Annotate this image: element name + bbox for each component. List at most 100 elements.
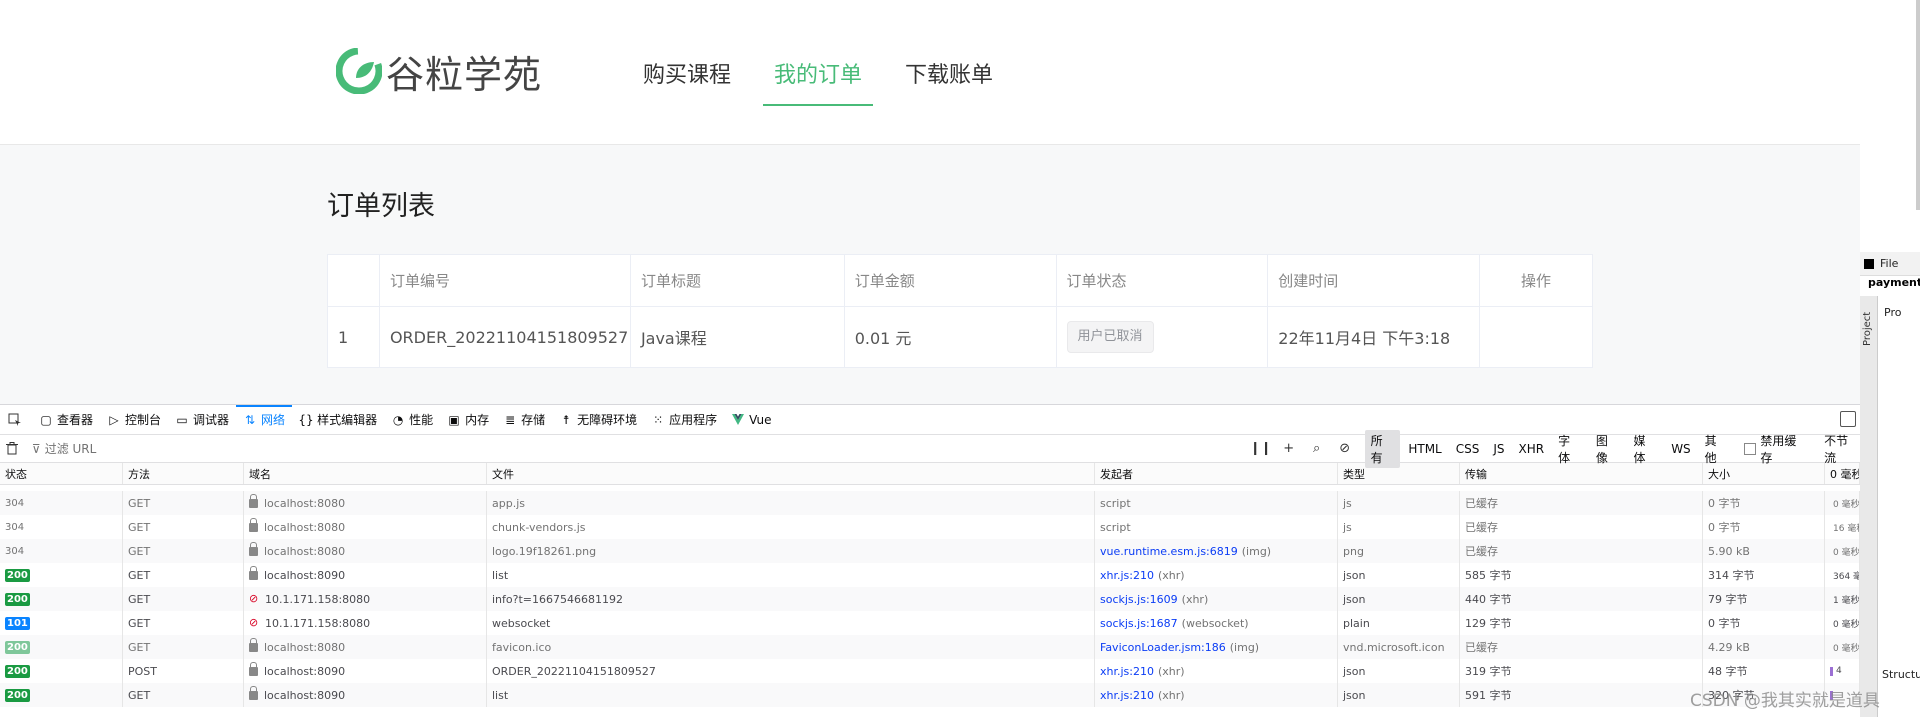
tab-label: 无障碍环境 <box>577 413 638 427</box>
filter-other[interactable]: 其他 <box>1699 430 1735 468</box>
filter-all[interactable]: 所有 <box>1364 429 1401 468</box>
status-code-badge: 101 <box>5 616 30 630</box>
checkbox-box <box>1744 442 1757 455</box>
table-row[interactable]: 200 GET localhost:8090 list xhr.js:210 (xhr) j… <box>0 683 1860 707</box>
tab-accessibility[interactable]: ☨ 无障碍环境 <box>552 405 644 435</box>
initiator-kind: (websocket) <box>1181 616 1249 630</box>
tab-debugger[interactable]: ▭ 调试器 <box>168 405 236 435</box>
tab-label: 查看器 <box>57 413 94 427</box>
filter-html[interactable]: HTML <box>1402 440 1447 458</box>
tab-inspector[interactable]: ▢ 查看器 <box>32 405 100 435</box>
throttle-select[interactable]: 不节流 <box>1824 432 1860 466</box>
search-icon[interactable]: ⌕ <box>1303 441 1331 456</box>
watermark: CSDN @我其实就是道具 <box>1690 691 1880 711</box>
initiator-link[interactable]: xhr.js:210 <box>1100 665 1154 678</box>
cell-size: 79 字节 <box>1703 587 1825 611</box>
pause-icon[interactable]: ❙❙ <box>1247 441 1275 456</box>
tab-vue[interactable]: Vue <box>724 405 778 435</box>
table-row[interactable]: 200 POST localhost:8090 ORDER_2022110415180… <box>0 659 1860 683</box>
filter-js[interactable]: JS <box>1487 440 1510 458</box>
app-root: 谷粒学苑 购买课程 我的订单 下载账单 订单列表 订单编号 订单标题 订单金额 … <box>0 0 1920 717</box>
disable-cache-checkbox[interactable]: 禁用缓存 <box>1744 432 1808 466</box>
initiator-link[interactable]: FaviconLoader.jsm:186 <box>1100 641 1226 654</box>
tab-style-editor[interactable]: {} 样式编辑器 <box>292 405 384 435</box>
filter-fonts[interactable]: 字体 <box>1552 430 1588 468</box>
domain-text: 10.1.171.158:8080 <box>265 616 371 630</box>
tab-performance[interactable]: ◔ 性能 <box>384 405 440 435</box>
table-row[interactable]: 200 GET localhost:8080 favicon.ico FaviconLo… <box>0 635 1860 659</box>
filter-ws[interactable]: WS <box>1665 440 1696 458</box>
ide-side-label[interactable]: Project <box>1862 312 1873 346</box>
col-file[interactable]: 文件 <box>487 463 1095 484</box>
nav-download-bills[interactable]: 下载账单 <box>894 56 1004 106</box>
tab-network[interactable]: ⇅ 网络 <box>236 404 293 435</box>
nav-my-orders[interactable]: 我的订单 <box>763 56 874 106</box>
cell-size: 314 字节 <box>1703 563 1825 587</box>
lock-icon <box>249 685 258 700</box>
network-icon: ⇅ <box>245 412 256 427</box>
table-row[interactable]: 200 GET ⊘ 10.1.171.158:8080 info?t=166754668… <box>0 587 1860 611</box>
cell-domain: localhost:8080 <box>244 515 487 539</box>
col-method[interactable]: 方法 <box>123 463 244 484</box>
initiator-link[interactable]: xhr.js:210 <box>1100 689 1154 702</box>
table-row[interactable]: 101 GET ⊘ 10.1.171.158:8080 websocket sockjs.… <box>0 611 1860 635</box>
ide-side-bar: Project <box>1860 296 1878 717</box>
initiator-link[interactable]: sockjs.js:1609 <box>1100 593 1178 606</box>
tab-application[interactable]: ⁙ 应用程序 <box>644 405 724 435</box>
col-status[interactable]: 状态 <box>0 463 123 484</box>
initiator-link[interactable]: sockjs.js:1687 <box>1100 617 1178 630</box>
cell-type: json <box>1338 563 1460 587</box>
cell-type: plain <box>1338 611 1460 635</box>
initiator-link[interactable]: xhr.js:210 <box>1100 569 1154 582</box>
page-scrollbar[interactable] <box>1916 0 1920 210</box>
filter-xhr[interactable]: XHR <box>1513 440 1551 458</box>
order-table: 订单编号 订单标题 订单金额 订单状态 创建时间 操作 1 ORDER_2022… <box>327 254 1593 368</box>
cell-waterfall: 4 <box>1825 659 1860 683</box>
filter-url-input[interactable]: ⊽ 过滤 URL <box>32 440 1247 457</box>
tab-label: 控制台 <box>125 413 162 427</box>
cell-file: websocket <box>487 611 1095 635</box>
col-initiator[interactable]: 发起者 <box>1095 463 1338 484</box>
add-icon[interactable]: + <box>1275 441 1303 456</box>
cell-created: 22年11月4日 下午3:18 <box>1267 306 1481 368</box>
ide-tree-item[interactable]: Pro <box>1884 306 1901 319</box>
nav-buy-courses[interactable]: 购买课程 <box>632 56 742 106</box>
domain-text: localhost:8080 <box>264 496 346 510</box>
table-row[interactable]: 304 GET localhost:8080 chunk-vendors.js scri… <box>0 515 1860 539</box>
filter-images[interactable]: 图像 <box>1590 430 1626 468</box>
cell-domain: localhost:8080 <box>244 539 487 563</box>
waterfall-time: 0 毫秒 <box>1833 619 1860 630</box>
table-row[interactable]: 200 GET localhost:8090 list xhr.js:210 (xhr) j… <box>0 563 1860 587</box>
table-row[interactable]: 304 GET localhost:8080 app.js script js 已缓存 0 字… <box>0 491 1860 515</box>
cell-domain: localhost:8080 <box>244 491 487 515</box>
dock-side-icon[interactable] <box>1840 411 1856 427</box>
cell-status: 200 <box>0 587 123 611</box>
filter-css[interactable]: CSS <box>1450 440 1486 458</box>
cell-status: 200 <box>0 563 123 587</box>
clear-trash-icon[interactable] <box>0 435 24 463</box>
block-icon[interactable]: ⊘ <box>1331 441 1359 456</box>
cell-type: vnd.microsoft.icon <box>1338 635 1460 659</box>
cell-type: json <box>1338 587 1460 611</box>
cell-status: 101 <box>0 611 123 635</box>
tab-storage[interactable]: ≣ 存储 <box>496 405 552 435</box>
table-row[interactable]: 304 GET localhost:8080 logo.19f18261.png vue… <box>0 539 1860 563</box>
cell-size: 5.90 kB <box>1703 539 1825 563</box>
site-logo[interactable]: 谷粒学苑 <box>336 46 542 97</box>
col-domain[interactable]: 域名 <box>244 463 487 484</box>
performance-icon: ◔ <box>392 412 404 427</box>
tab-console[interactable]: ▷ 控制台 <box>100 405 168 435</box>
ide-menu-file[interactable]: File <box>1880 257 1898 270</box>
initiator-link[interactable]: vue.runtime.esm.js:6819 <box>1100 545 1238 558</box>
filter-media[interactable]: 媒体 <box>1628 430 1664 468</box>
network-rows: 304 GET localhost:8080 app.js script js 已缓存 0 字… <box>0 491 1860 707</box>
inspector-icon: ▢ <box>40 412 52 427</box>
cell-waterfall: 1 毫秒 <box>1825 587 1860 611</box>
cell-waterfall: 16 毫秒 <box>1825 515 1860 539</box>
element-picker-icon[interactable] <box>4 405 26 435</box>
cell-file: list <box>487 563 1095 587</box>
tab-memory[interactable]: ▣ 内存 <box>440 405 496 435</box>
cell-initiator: script <box>1095 515 1338 539</box>
col-waterfall[interactable]: 0 毫秒 <box>1825 463 1860 484</box>
ide-structure-label[interactable]: Structu <box>1882 668 1920 681</box>
